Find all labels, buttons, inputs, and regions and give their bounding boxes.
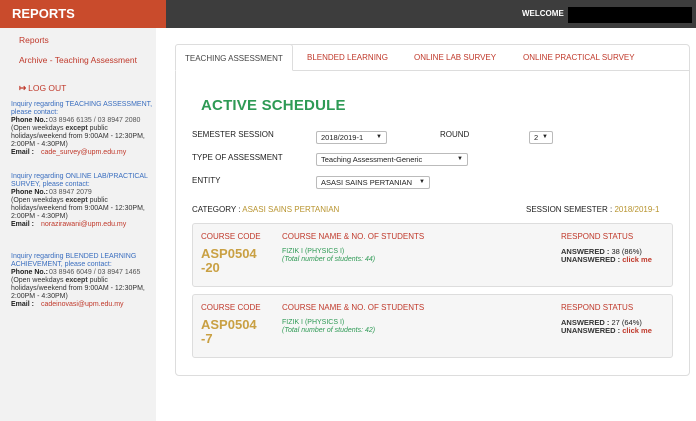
session-label: SESSION SEMESTER : — [526, 205, 613, 214]
course-code: ASP0504 -20 — [201, 246, 257, 275]
inquiry-title: Inquiry regarding BLENDED LEARNING ACHIE… — [11, 253, 137, 268]
phone-number: 03 8946 6135 / 03 8947 2080 — [48, 117, 141, 124]
category-label: CATEGORY : — [192, 205, 241, 214]
sidebar-item-reports[interactable]: Reports — [19, 35, 49, 45]
welcome-label: WELCOME — [522, 9, 564, 18]
course-name: FIZIK I (PHYSICS I) — [282, 319, 345, 326]
round-label: ROUND — [440, 130, 470, 139]
page-title: ACTIVE SCHEDULE — [201, 97, 346, 114]
col-header-course-name: COURSE NAME & NO. OF STUDENTS — [282, 303, 425, 312]
chevron-down-icon: ▼ — [457, 156, 463, 162]
assessment-type-select[interactable]: Teaching Assessment-Generic ▼ — [316, 153, 468, 166]
tab-online-practical-survey[interactable]: ONLINE PRACTICAL SURVEY — [523, 44, 635, 71]
email-label: Email : — [11, 221, 34, 228]
email-link[interactable]: cade_survey@upm.edu.my — [41, 149, 126, 156]
course-code: ASP0504 -7 — [201, 317, 257, 346]
semester-label: SEMESTER SESSION — [192, 130, 274, 139]
course-card: COURSE CODE COURSE NAME & NO. OF STUDENT… — [192, 294, 673, 358]
chevron-down-icon: ▼ — [376, 134, 382, 140]
col-header-respond-status: RESPOND STATUS — [561, 303, 634, 312]
chevron-down-icon: ▼ — [542, 134, 548, 140]
respond-status: ANSWERED : 38 (86%) UNANSWERED : click m… — [561, 247, 652, 264]
entity-label: ENTITY — [192, 176, 221, 185]
hours-text: (Open weekdays except public holidays/we… — [11, 125, 145, 148]
student-count: (Total number of students: 42) — [282, 327, 376, 334]
tab-teaching-assessment[interactable]: TEACHING ASSESSMENT — [175, 44, 293, 71]
student-count: (Total number of students: 44) — [282, 256, 376, 263]
inquiry-lab-practical: Inquiry regarding ONLINE LAB/PRACTICAL S… — [11, 173, 153, 229]
inquiry-blended: Inquiry regarding BLENDED LEARNING ACHIE… — [11, 253, 153, 309]
course-name: FIZIK I (PHYSICS I) — [282, 248, 345, 255]
phone-label: Phone No.: — [11, 269, 48, 276]
col-header-course-code: COURSE CODE — [201, 232, 261, 241]
sidebar: Reports Archive - Teaching Assessment ↦ L… — [0, 28, 156, 421]
assessment-type-label: TYPE OF ASSESSMENT — [192, 153, 283, 162]
phone-number: 03 8946 6049 / 03 8947 1465 — [48, 269, 141, 276]
round-select[interactable]: 2 ▼ — [529, 131, 553, 144]
app-title: REPORTS — [0, 0, 166, 28]
logout-link[interactable]: ↦ LOG OUT — [19, 83, 66, 93]
phone-label: Phone No.: — [11, 117, 48, 124]
tab-blended-learning[interactable]: BLENDED LEARNING — [307, 44, 388, 71]
hours-text: (Open weekdays except public holidays/we… — [11, 197, 145, 220]
email-link[interactable]: cadeinovasi@upm.edu.my — [41, 301, 124, 308]
logout-label: LOG OUT — [28, 83, 67, 93]
unanswered-link[interactable]: click me — [622, 255, 652, 264]
redacted-username — [568, 7, 692, 23]
col-header-course-name: COURSE NAME & NO. OF STUDENTS — [282, 232, 425, 241]
sidebar-item-archive[interactable]: Archive - Teaching Assessment — [19, 55, 139, 65]
tab-bar: TEACHING ASSESSMENT BLENDED LEARNING ONL… — [175, 44, 690, 71]
entity-select[interactable]: ASASI SAINS PERTANIAN ▼ — [316, 176, 430, 189]
category: CATEGORY : ASASI SAINS PERTANIAN — [192, 205, 339, 214]
tab-online-lab-survey[interactable]: ONLINE LAB SURVEY — [414, 44, 496, 71]
hours-text: (Open weekdays except public holidays/we… — [11, 277, 145, 300]
col-header-course-code: COURSE CODE — [201, 303, 261, 312]
semester-select[interactable]: 2018/2019-1 ▼ — [316, 131, 387, 144]
course-card: COURSE CODE COURSE NAME & NO. OF STUDENT… — [192, 223, 673, 287]
email-label: Email : — [11, 149, 34, 156]
chevron-down-icon: ▼ — [419, 179, 425, 185]
respond-status: ANSWERED : 27 (64%) UNANSWERED : click m… — [561, 318, 652, 335]
inquiry-title: Inquiry regarding TEACHING ASSESSMENT, p… — [11, 101, 153, 116]
logout-icon: ↦ — [19, 83, 27, 93]
session-value: 2018/2019-1 — [614, 205, 660, 214]
phone-number: 03 8947 2079 — [48, 189, 92, 196]
unanswered-link[interactable]: click me — [622, 326, 652, 335]
col-header-respond-status: RESPOND STATUS — [561, 232, 634, 241]
email-label: Email : — [11, 301, 34, 308]
inquiry-teaching: Inquiry regarding TEACHING ASSESSMENT, p… — [11, 101, 153, 157]
phone-label: Phone No.: — [11, 189, 48, 196]
inquiry-title: Inquiry regarding ONLINE LAB/PRACTICAL S… — [11, 173, 148, 188]
email-link[interactable]: norazirawani@upm.edu.my — [41, 221, 126, 228]
session-semester: SESSION SEMESTER : 2018/2019-1 — [526, 205, 659, 214]
category-value: ASASI SAINS PERTANIAN — [242, 205, 340, 214]
